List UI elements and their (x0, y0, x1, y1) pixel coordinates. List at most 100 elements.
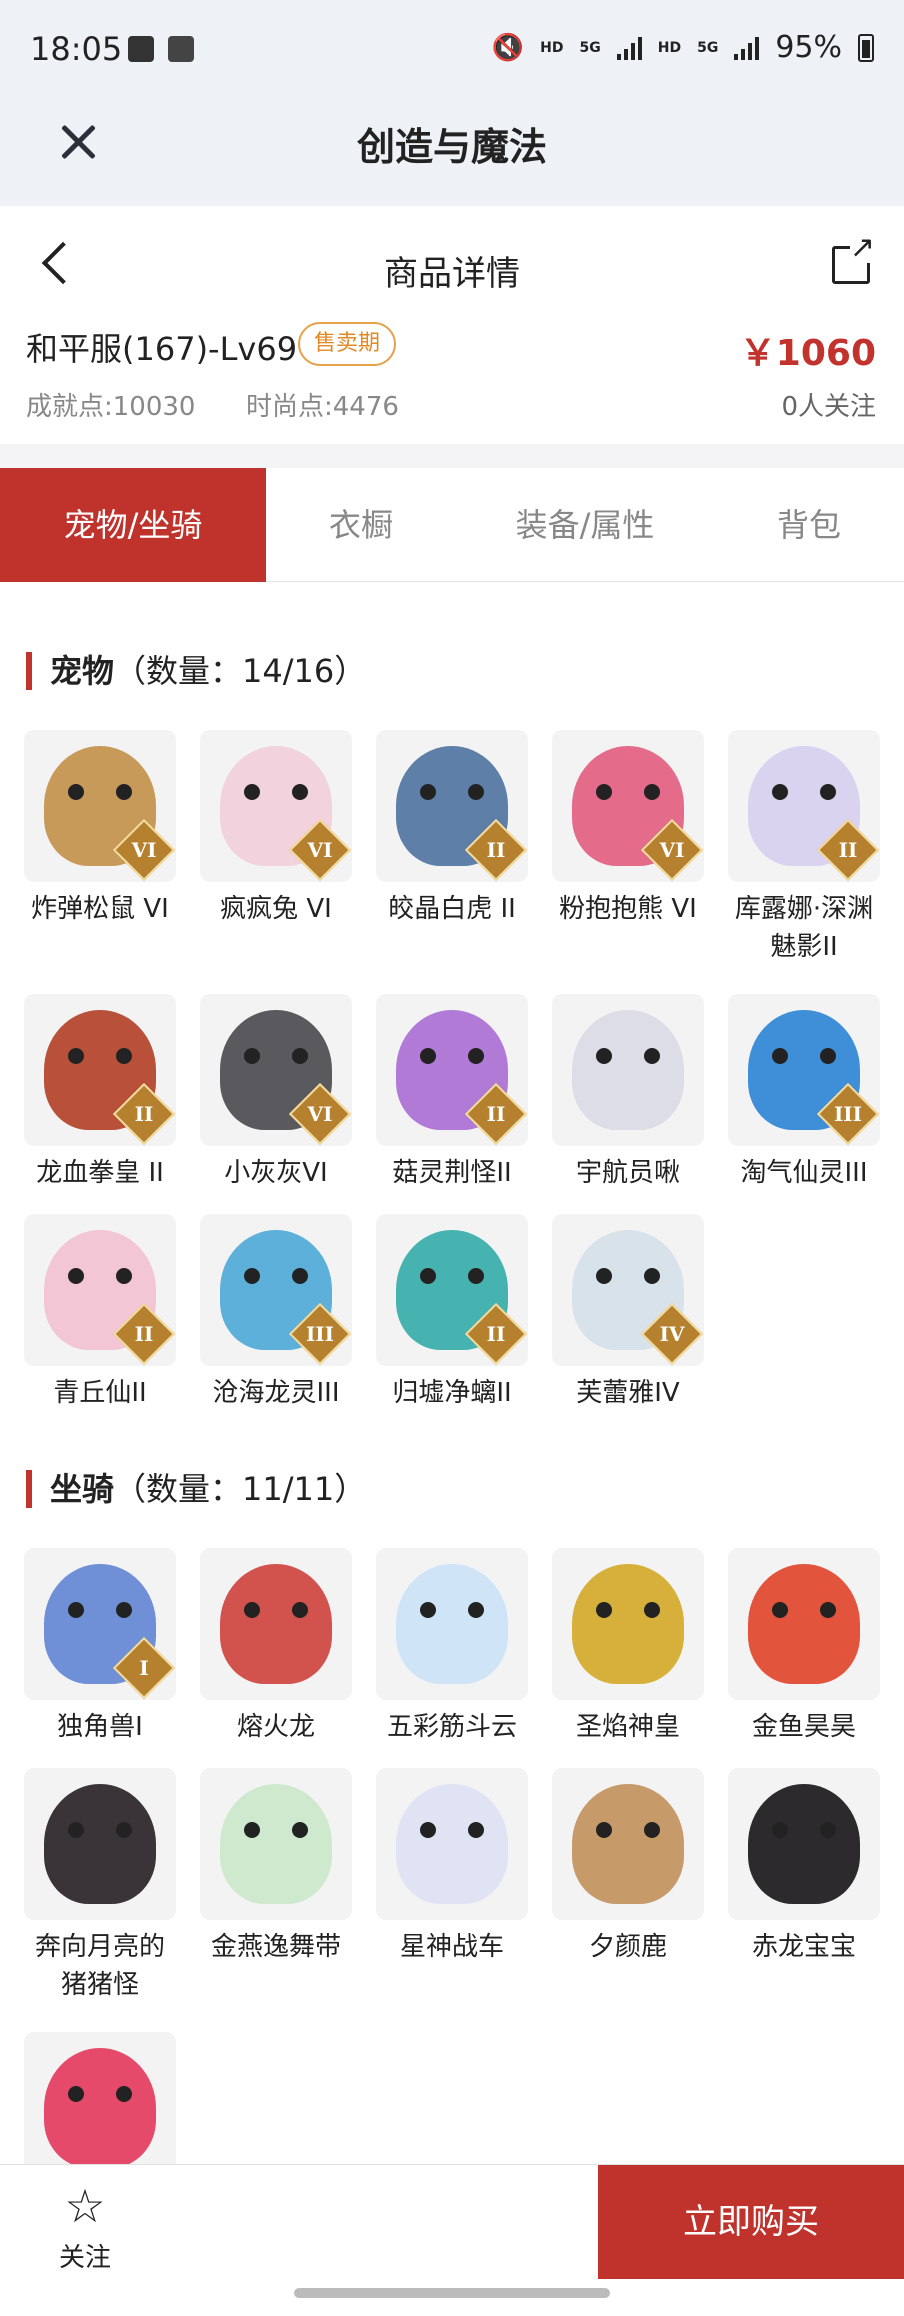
net-label-1: 5G (579, 39, 601, 56)
battery-percent: 95% (775, 30, 842, 65)
mount-name: 金燕逸舞带 (210, 1932, 341, 1962)
rank-text: I (139, 1656, 149, 1680)
mount-thumbnail[interactable] (376, 1768, 528, 1920)
pet-card[interactable]: II 菇灵荆怪II (376, 994, 528, 1192)
mount-card[interactable]: 五彩筋斗云 (376, 1548, 528, 1746)
rank-text: II (134, 1322, 154, 1346)
pet-name: 皎晶白虎 II (388, 894, 516, 924)
character-art-icon (220, 1564, 332, 1684)
follow-button[interactable]: ☆ 关注 (30, 2181, 140, 2281)
checkbox-notification-icon (128, 36, 154, 62)
mount-card[interactable]: 金鱼昊昊 (728, 1548, 880, 1746)
pet-card[interactable]: II 青丘仙II (24, 1214, 176, 1412)
tab-pets-mounts[interactable]: 宠物/坐骑 (0, 468, 266, 582)
mount-thumbnail[interactable] (552, 1548, 704, 1700)
tab-equipment[interactable]: 装备/属性 (456, 468, 714, 582)
character-art-icon (44, 2048, 156, 2168)
share-icon[interactable] (832, 233, 875, 284)
mount-name: 赤龙宝宝 (751, 1932, 856, 1962)
pet-name: 沧海龙灵III (212, 1378, 340, 1408)
mount-card[interactable]: 金燕逸舞带 (200, 1768, 352, 1966)
character-art-icon (748, 1784, 860, 1904)
status-bar: 18:05 🔇 HD 5G HD 5G 95% (0, 0, 904, 100)
mount-name: 星神战车 (399, 1932, 504, 1962)
mount-card[interactable]: 星神战车 (376, 1768, 528, 1966)
pet-thumbnail[interactable]: II (376, 1214, 528, 1366)
rank-text: II (486, 838, 506, 862)
mount-card[interactable]: 奔向月亮的猪猪怪 (24, 1768, 176, 2004)
pet-card[interactable]: II 库露娜·深渊魅影II (728, 730, 880, 966)
pet-name: 小灰灰VI (224, 1158, 328, 1188)
mount-thumbnail[interactable] (552, 1768, 704, 1920)
mute-icon: 🔇 (491, 32, 525, 63)
rank-text: VI (659, 838, 685, 862)
page-title: 商品详情 (384, 254, 520, 294)
pet-name: 芙蕾雅IV (576, 1378, 680, 1408)
character-art-icon (396, 1784, 508, 1904)
mount-thumbnail[interactable] (728, 1768, 880, 1920)
divider (0, 444, 904, 468)
rank-text: II (486, 1322, 506, 1346)
pet-card[interactable]: VI 炸弹松鼠 VI (24, 730, 176, 928)
mount-card[interactable]: 熔火龙 (200, 1548, 352, 1746)
rank-text: III (305, 1322, 335, 1346)
tab-wardrobe[interactable]: 衣橱 (266, 468, 456, 582)
mount-thumbnail[interactable] (24, 2032, 176, 2184)
app-bar: 创造与魔法 (0, 100, 904, 206)
mount-name: 五彩筋斗云 (386, 1712, 517, 1742)
mount-card[interactable]: 圣焰神皇 (552, 1548, 704, 1746)
mount-card[interactable]: I 独角兽I (24, 1548, 176, 1746)
rank-text: VI (307, 1102, 333, 1126)
pet-thumbnail[interactable] (552, 994, 704, 1146)
hd-label-1: HD (540, 39, 564, 56)
pet-thumbnail[interactable]: VI (24, 730, 176, 882)
pet-card[interactable]: VI 小灰灰VI (200, 994, 352, 1192)
pet-thumbnail[interactable]: VI (552, 730, 704, 882)
item-price: ￥1060 (739, 333, 876, 374)
pet-thumbnail[interactable]: VI (200, 994, 352, 1146)
pet-card[interactable]: VI 粉抱抱熊 VI (552, 730, 704, 928)
mount-thumbnail[interactable] (200, 1548, 352, 1700)
pet-card[interactable]: II 归墟净螭II (376, 1214, 528, 1412)
image-notification-icon (168, 36, 194, 62)
character-art-icon (748, 1564, 860, 1684)
rank-text: VI (307, 838, 333, 862)
pet-card[interactable]: III 淘气仙灵III (728, 994, 880, 1192)
pet-thumbnail[interactable]: II (376, 730, 528, 882)
pet-thumbnail[interactable]: IV (552, 1214, 704, 1366)
buy-now-button[interactable]: 立即购买 (598, 2165, 904, 2279)
fashion-points: 时尚点:4476 (246, 392, 399, 422)
mount-card[interactable]: 赤龙宝宝 (728, 1768, 880, 1966)
pet-thumbnail[interactable]: II (24, 994, 176, 1146)
pet-name: 龙血拳皇 II (36, 1158, 164, 1188)
achievement-points: 成就点:10030 (26, 392, 196, 422)
pet-thumbnail[interactable]: II (728, 730, 880, 882)
pets-section-title: 宠物（数量：14/16） (26, 652, 366, 690)
pet-card[interactable]: II 龙血拳皇 II (24, 994, 176, 1192)
status-indicators: 🔇 HD 5G HD 5G 95% (492, 30, 874, 65)
pet-thumbnail[interactable]: III (200, 1214, 352, 1366)
tab-backpack[interactable]: 背包 (714, 468, 904, 582)
mount-thumbnail[interactable] (24, 1768, 176, 1920)
mount-thumbnail[interactable] (728, 1548, 880, 1700)
pet-thumbnail[interactable]: II (24, 1214, 176, 1366)
character-art-icon (572, 1010, 684, 1130)
rank-text: II (134, 1102, 154, 1126)
pet-card[interactable]: VI 疯疯兔 VI (200, 730, 352, 928)
mount-card[interactable]: 夕颜鹿 (552, 1768, 704, 1966)
pet-card[interactable]: II 皎晶白虎 II (376, 730, 528, 928)
mounts-count: （数量：11/11） (114, 1470, 367, 1508)
pet-card[interactable]: 宇航员啾 (552, 994, 704, 1192)
rank-text: II (486, 1102, 506, 1126)
mount-thumbnail[interactable] (376, 1548, 528, 1700)
mount-name: 金鱼昊昊 (751, 1712, 856, 1742)
mount-thumbnail[interactable] (200, 1768, 352, 1920)
pet-card[interactable]: IV 芙蕾雅IV (552, 1214, 704, 1412)
pet-thumbnail[interactable]: VI (200, 730, 352, 882)
pet-card[interactable]: III 沧海龙灵III (200, 1214, 352, 1412)
page-header: 商品详情 (0, 206, 904, 324)
sale-status-badge: 售卖期 (298, 322, 397, 366)
mount-thumbnail[interactable]: I (24, 1548, 176, 1700)
pet-thumbnail[interactable]: II (376, 994, 528, 1146)
pet-thumbnail[interactable]: III (728, 994, 880, 1146)
